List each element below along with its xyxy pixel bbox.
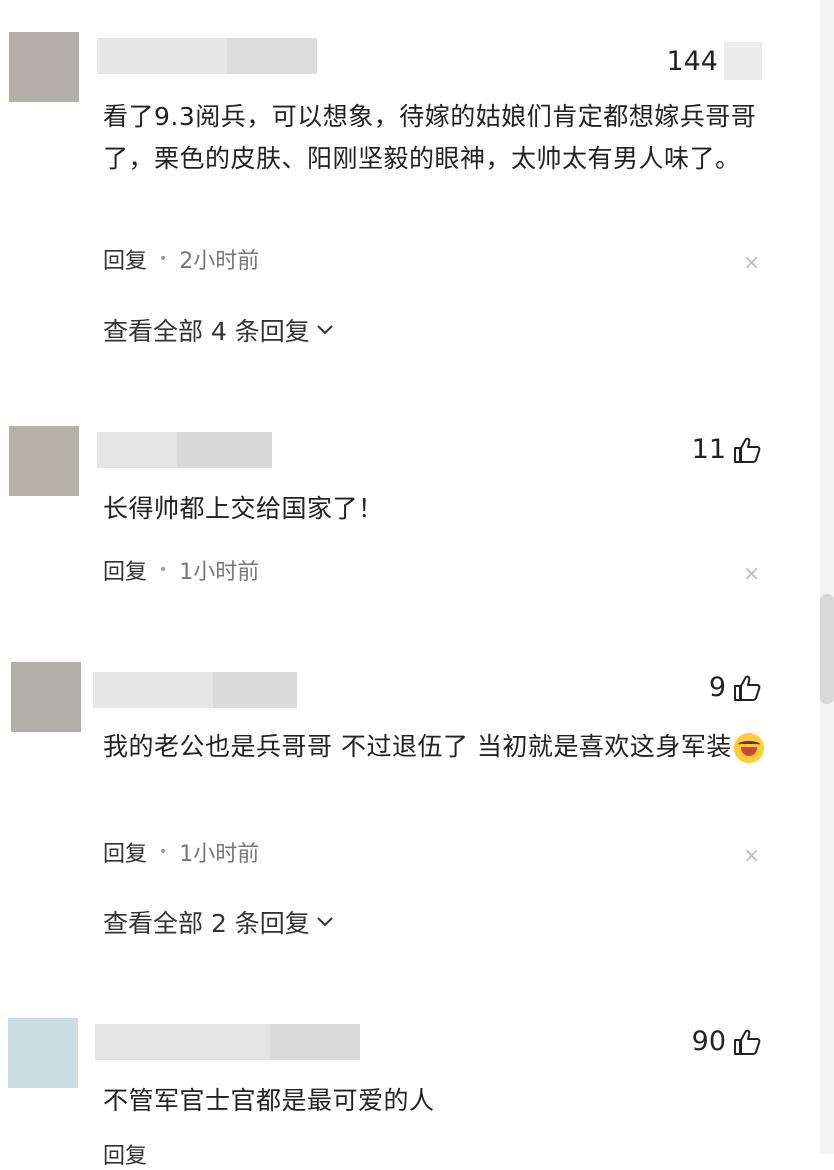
comment-meta: 回复 xyxy=(103,1138,147,1170)
comment-text: 不管军官士官都是最可爱的人 xyxy=(103,1086,435,1115)
laughing-crying-emoji-icon xyxy=(733,733,764,763)
chevron-down-icon xyxy=(317,325,333,335)
scrollbar-track[interactable] xyxy=(820,0,834,1154)
username-blurred[interactable] xyxy=(93,672,297,708)
comment-text: 我的老公也是兵哥哥 不过退伍了 当初就是喜欢这身军装 xyxy=(103,726,773,768)
separator-dot: • xyxy=(159,844,168,860)
like-count[interactable]: 11 xyxy=(692,434,762,465)
timestamp: 2小时前 xyxy=(179,249,260,274)
thumbs-up-icon xyxy=(734,437,761,463)
comment-meta: 回复 • 1小时前 xyxy=(103,836,259,868)
separator-dot: • xyxy=(159,562,168,578)
scrollbar-thumb[interactable] xyxy=(820,594,834,704)
close-icon[interactable]: × xyxy=(743,561,760,585)
blurred-like-icon xyxy=(724,42,762,80)
chevron-down-icon xyxy=(317,917,333,927)
timestamp: 1小时前 xyxy=(179,560,260,585)
avatar[interactable] xyxy=(9,32,79,102)
view-replies-button[interactable]: 查看全部 4 条回复 xyxy=(103,312,334,348)
username-blurred[interactable] xyxy=(97,432,272,468)
separator-dot: • xyxy=(159,251,168,267)
close-icon[interactable]: × xyxy=(743,250,760,274)
like-count[interactable]: 9 xyxy=(709,672,762,703)
like-count[interactable]: 144 xyxy=(666,42,762,80)
username-blurred[interactable] xyxy=(95,1024,360,1060)
timestamp: 1小时前 xyxy=(179,842,260,867)
reply-button[interactable]: 回复 xyxy=(103,554,147,586)
reply-button[interactable]: 回复 xyxy=(103,836,147,868)
comment-meta: 回复 • 1小时前 xyxy=(103,554,259,586)
avatar[interactable] xyxy=(8,1018,78,1088)
thumbs-up-icon xyxy=(734,675,761,701)
view-replies-button[interactable]: 查看全部 2 条回复 xyxy=(103,904,334,940)
comment-meta: 回复 • 2小时前 xyxy=(103,243,259,275)
avatar[interactable] xyxy=(9,426,79,496)
comment-text: 长得帅都上交给国家了！ xyxy=(103,494,384,523)
thumbs-up-icon xyxy=(734,1029,761,1055)
username-blurred[interactable] xyxy=(97,38,317,74)
comment-text: 看了9.3阅兵，可以想象，待嫁的姑娘们肯定都想嫁兵哥哥了，栗色的皮肤、阳刚坚毅的… xyxy=(103,102,757,173)
reply-button[interactable]: 回复 xyxy=(103,243,147,275)
avatar[interactable] xyxy=(11,662,81,732)
close-icon[interactable]: × xyxy=(743,843,760,867)
like-count[interactable]: 90 xyxy=(692,1026,762,1057)
reply-button[interactable]: 回复 xyxy=(103,1138,147,1170)
